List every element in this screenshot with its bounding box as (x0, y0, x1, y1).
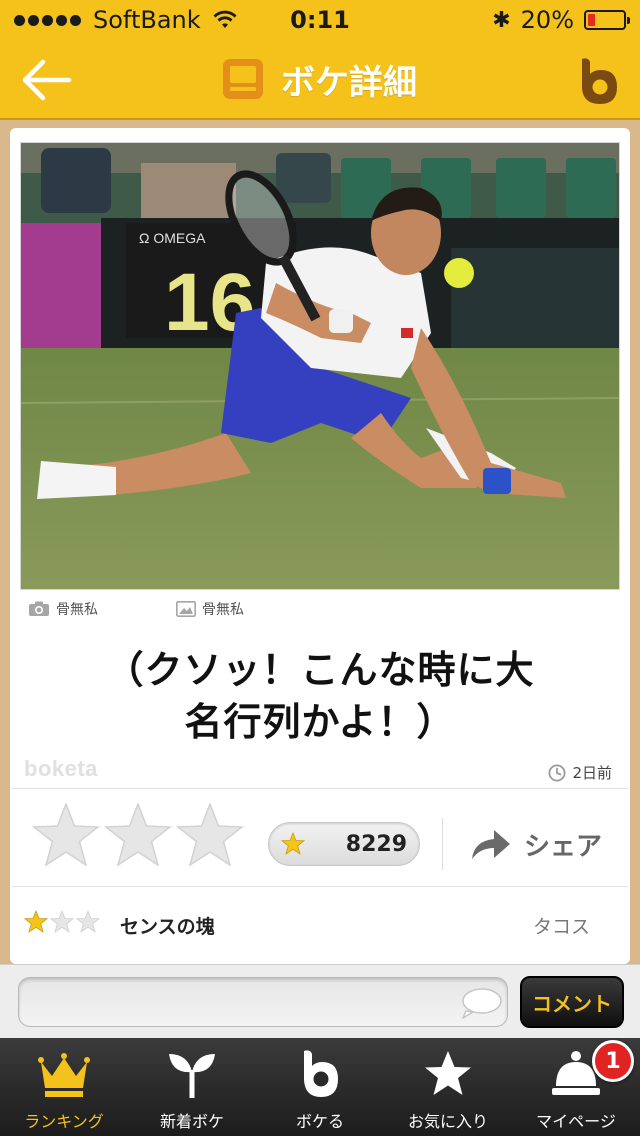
rating-row: 8229 シェア (10, 790, 630, 886)
photo-credit-name: 骨無私 (56, 602, 98, 618)
score-value: 8229 (345, 831, 407, 857)
status-right: ✱ 20% (492, 6, 630, 34)
rate-stars (32, 802, 244, 868)
battery-icon (584, 10, 630, 30)
divider (12, 788, 628, 789)
status-bar: SoftBank 0:11 ✱ 20% (0, 0, 640, 40)
wifi-icon (213, 10, 237, 28)
comment-rating (24, 910, 100, 934)
comment-author[interactable]: タコス (533, 912, 590, 939)
post-photo[interactable]: Ω OMEGA 16 (20, 142, 620, 590)
tab-label: マイページ (536, 1112, 616, 1131)
comment-text: センスの塊 (120, 916, 215, 938)
share-label: シェア (524, 831, 603, 862)
svg-text:Ω OMEGA: Ω OMEGA (139, 230, 206, 246)
tab-bar: ランキング 新着ボケ ボケる お気に入り マイページ 1 (0, 1038, 640, 1136)
top-comment[interactable]: センスの塊 タコス (10, 888, 630, 964)
star-filled-icon (24, 910, 48, 933)
boke-line-2: 名行列かよ！） (184, 700, 456, 744)
tab-favorites[interactable]: お気に入り (384, 1038, 512, 1136)
rate-star-3-icon[interactable] (176, 802, 244, 868)
comment-submit-button[interactable]: コメント (520, 976, 624, 1028)
boke-credit-name: 骨無私 (202, 602, 244, 618)
rate-star-2-icon[interactable] (104, 802, 172, 868)
tab-label: ボケる (295, 1112, 344, 1131)
boketa-watermark: boketa (24, 756, 98, 781)
sprout-icon (169, 1054, 215, 1098)
speech-bubble-icon (462, 988, 502, 1019)
monitor-icon (223, 59, 263, 99)
tab-my-page[interactable]: マイページ 1 (512, 1038, 640, 1136)
comment-input[interactable] (18, 977, 508, 1027)
brand-logo-button[interactable] (574, 56, 622, 106)
tab-ranking[interactable]: ランキング (0, 1038, 128, 1136)
status-left: SoftBank (14, 6, 237, 34)
comment-input-bar: コメント (0, 964, 640, 1038)
credits-row: 骨無私 骨無私 (28, 598, 244, 620)
tab-post-boke[interactable]: ボケる (256, 1038, 384, 1136)
signal-strength-icon (14, 14, 81, 26)
divider (12, 886, 628, 887)
page-title: ボケ詳細 (281, 62, 417, 103)
bluetooth-icon: ✱ (492, 7, 511, 33)
star-icon (425, 1051, 471, 1095)
image-icon (176, 601, 196, 617)
clock-icon (548, 764, 566, 781)
posted-ago-text: 2日前 (572, 764, 612, 782)
tab-label: お気に入り (407, 1112, 488, 1131)
navigation-bar: ボケ詳細 (0, 40, 640, 120)
notification-badge: 1 (592, 1040, 634, 1082)
divider (442, 818, 443, 870)
boke-line-1: （クソッ！こんな時に大 (105, 648, 535, 692)
camera-icon (29, 601, 49, 616)
score-badge: 8229 (268, 822, 420, 866)
tab-label: 新着ボケ (159, 1112, 224, 1131)
status-time: 0:11 (290, 6, 350, 34)
nav-title-group: ボケ詳細 (223, 55, 417, 104)
tennis-photo: Ω OMEGA 16 (21, 143, 619, 589)
tab-label: ランキング (24, 1112, 104, 1131)
crown-icon (38, 1053, 90, 1097)
rate-star-1-icon[interactable] (32, 802, 100, 868)
star-empty-icon (76, 910, 100, 933)
photo-credit[interactable]: 骨無私 (28, 599, 98, 619)
tab-new-boke[interactable]: 新着ボケ (128, 1038, 256, 1136)
share-arrow-icon (472, 830, 510, 859)
boke-text: （クソッ！こんな時に大 名行列かよ！） (50, 644, 590, 748)
boke-card: Ω OMEGA 16 骨無私 骨無私 （クソッ！こんな時に大 名行列かよ！） b… (10, 128, 630, 964)
posted-time: 2日前 (548, 762, 612, 783)
boketa-b-icon (304, 1050, 338, 1097)
arrow-left-icon (22, 59, 72, 101)
star-empty-icon (50, 910, 74, 933)
battery-percent: 20% (520, 6, 574, 34)
boketa-b-logo-icon (582, 58, 617, 104)
star-icon (281, 832, 305, 855)
boke-credit[interactable]: 骨無私 (176, 599, 244, 619)
share-button[interactable]: シェア (470, 818, 602, 870)
back-button[interactable] (14, 54, 78, 106)
carrier-name: SoftBank (93, 6, 201, 34)
battery-fill (588, 14, 595, 26)
